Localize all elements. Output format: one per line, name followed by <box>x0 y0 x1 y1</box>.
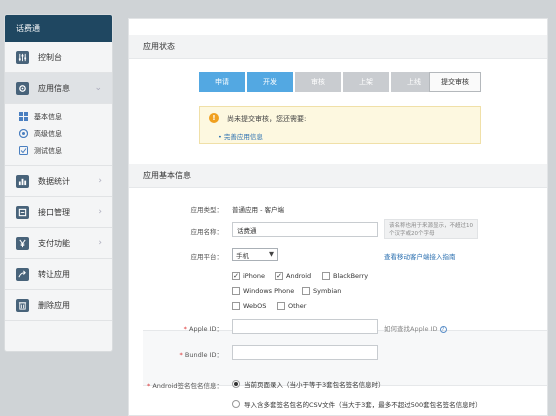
checkbox-label: BlackBerry <box>333 272 369 280</box>
checkbox-box[interactable]: ✓ <box>232 272 240 280</box>
platform-guide-link[interactable]: 查看移动客户端接入指南 <box>384 251 456 261</box>
app-name-input[interactable] <box>232 222 378 237</box>
checkbox-box[interactable] <box>322 272 330 280</box>
android-sign-label: * Android签名包名信息： <box>147 382 223 390</box>
checkbox-label: WebOS <box>243 302 267 310</box>
step-publish: 上架 <box>343 72 389 92</box>
sidebar-item-api[interactable]: 接口管理 › <box>5 197 112 228</box>
sidebar-item-label: 转让应用 <box>38 269 70 279</box>
sidebar-item-transfer[interactable]: 转让应用 <box>5 259 112 290</box>
alert-title: 尚未提交审核，您还需要: <box>227 115 307 123</box>
app-type-value: 普通应用 - 客户端 <box>232 206 284 214</box>
apple-id-input[interactable] <box>232 319 378 334</box>
checkbox-box[interactable] <box>232 287 240 295</box>
checkbox-label: Other <box>288 302 307 310</box>
app-brand: 话费通 <box>5 15 112 42</box>
checkbox-box[interactable]: ✓ <box>275 272 283 280</box>
radio-label: 当前页面录入（当小于等于3套包名签名信息时） <box>244 381 385 389</box>
sidebar-subitem-test[interactable]: 测试信息 <box>19 142 112 159</box>
grid-icon <box>19 112 28 121</box>
sidebar-item-label: 控制台 <box>38 52 62 62</box>
test-icon <box>19 146 28 155</box>
sidebar-item-label: 应用信息 <box>38 83 70 93</box>
platform-label: 应用平台： <box>190 253 224 261</box>
transfer-icon <box>16 267 29 281</box>
checkbox-windows-phone[interactable]: Windows Phone <box>232 287 294 295</box>
checkbox-label: Symbian <box>313 287 342 295</box>
dropdown-arrow-icon: ▼ <box>269 250 274 258</box>
sidebar-item-payment[interactable]: 支付功能 › <box>5 228 112 259</box>
platform-select[interactable]: 手机 ▼ <box>232 248 278 261</box>
sidebar-item-app-info[interactable]: 应用信息 ⌄ <box>5 73 112 104</box>
checkbox-other[interactable]: Other <box>277 302 306 310</box>
sliders-icon <box>16 50 29 64</box>
advanced-icon <box>18 128 29 139</box>
radio-button[interactable] <box>232 400 240 408</box>
checkbox-iphone[interactable]: ✓ iPhone <box>232 272 265 280</box>
checkbox-label: Windows Phone <box>243 287 295 295</box>
apple-id-help[interactable]: 如何查找Apple ID? <box>384 323 447 333</box>
app-name-label: 应用名称： <box>190 228 224 236</box>
status-alert: ! 尚未提交审核，您还需要: • 完善应用信息 <box>199 106 481 144</box>
sidebar-subitem-basic[interactable]: 基本信息 <box>19 108 112 125</box>
checkbox-box[interactable] <box>302 287 310 295</box>
status-steps: 申请 开发 审核 上架 上线 <box>199 72 439 92</box>
step-apply: 申请 <box>199 72 245 92</box>
sidebar-submenu: 基本信息 高级信息 测试信息 <box>5 104 112 166</box>
api-icon <box>16 205 29 219</box>
platform-select-value: 手机 <box>236 252 249 260</box>
complete-info-link[interactable]: • 完善应用信息 <box>218 131 263 141</box>
checkbox-label: Android <box>286 272 312 280</box>
chevron-right-icon: › <box>98 176 102 186</box>
apple-id-label-text: Apple ID： <box>189 325 223 333</box>
sidebar-subitem-label: 测试信息 <box>34 146 62 155</box>
chevron-right-icon: › <box>98 238 102 248</box>
sidebar-item-label: 接口管理 <box>38 207 70 217</box>
checkbox-webos[interactable]: WebOS <box>232 302 266 310</box>
delete-icon <box>16 298 29 312</box>
app-name-hint: 该名称也用于来源显示，不超过10个汉字或20个字母 <box>384 219 478 239</box>
apple-id-help-text: 如何查找Apple ID <box>384 325 438 333</box>
bundle-id-input[interactable] <box>232 345 378 360</box>
submit-review-button[interactable]: 提交审核 <box>429 72 481 92</box>
sidebar-item-stats[interactable]: 数据统计 › <box>5 166 112 197</box>
sidebar-item-label: 数据统计 <box>38 176 70 186</box>
checkbox-box[interactable] <box>277 302 285 310</box>
yen-icon <box>16 236 29 250</box>
apple-id-label: * Apple ID： <box>183 325 223 333</box>
sidebar: 话费通 控制台 应用信息 ⌄ 基本信息 高级信息 测试信息 数据统计 › 接口管… <box>4 14 113 352</box>
checkbox-android[interactable]: ✓ Android <box>275 272 311 280</box>
chevron-down-icon: ⌄ <box>94 83 102 93</box>
gear-icon <box>16 81 29 95</box>
bundle-id-label: * Bundle ID： <box>179 351 223 359</box>
bar-chart-icon <box>16 174 29 188</box>
chevron-right-icon: › <box>98 207 102 217</box>
help-icon: ? <box>439 326 447 333</box>
sidebar-item-console[interactable]: 控制台 <box>5 42 112 73</box>
sidebar-subitem-label: 基本信息 <box>34 112 62 121</box>
section-title-status: 应用状态 <box>129 35 547 59</box>
sidebar-subitem-advanced[interactable]: 高级信息 <box>18 125 112 142</box>
bundle-id-label-text: Bundle ID： <box>184 351 223 359</box>
step-develop: 开发 <box>247 72 293 92</box>
sidebar-item-delete[interactable]: 删除应用 <box>5 290 112 321</box>
android-sign-label-text: Android签名包名信息： <box>152 382 223 390</box>
sidebar-item-label: 支付功能 <box>38 238 70 248</box>
radio-button[interactable] <box>232 380 240 388</box>
warning-icon: ! <box>209 113 219 123</box>
sidebar-item-label: 删除应用 <box>38 300 70 310</box>
checkbox-label: iPhone <box>243 272 265 280</box>
checkbox-blackberry[interactable]: BlackBerry <box>322 272 368 280</box>
radio-label: 导入含多套签名包名的CSV文件（当大于3套，最多不超过500套包名签名信息时） <box>244 401 482 409</box>
sidebar-subitem-label: 高级信息 <box>34 129 62 138</box>
checkbox-symbian[interactable]: Symbian <box>302 287 341 295</box>
app-type-label: 应用类型： <box>190 206 224 214</box>
radio-csv-import[interactable]: 导入含多套签名包名的CSV文件（当大于3套，最多不超过500套包名签名信息时） <box>232 399 482 409</box>
section-title-basic: 应用基本信息 <box>129 164 547 188</box>
main-panel: 应用状态 申请 开发 审核 上架 上线 提交审核 ! 尚未提交审核，您还需要: … <box>128 18 548 416</box>
checkbox-box[interactable] <box>232 302 240 310</box>
step-review: 审核 <box>295 72 341 92</box>
radio-manual-entry[interactable]: 当前页面录入（当小于等于3套包名签名信息时） <box>232 379 385 389</box>
